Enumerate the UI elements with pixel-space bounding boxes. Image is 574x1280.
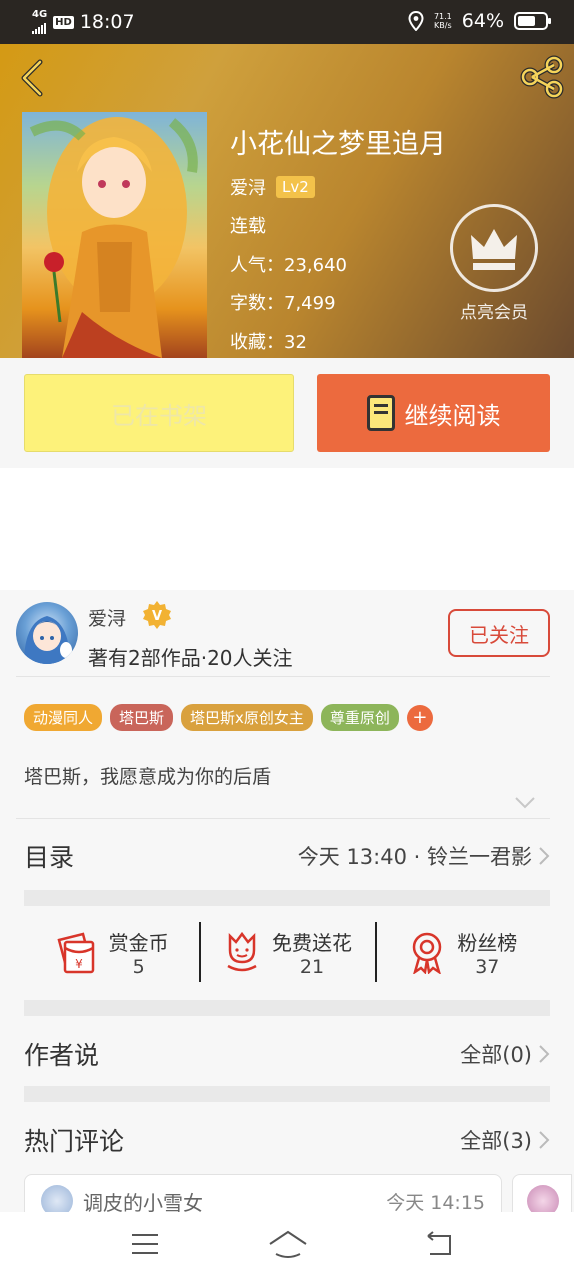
vip-label[interactable]: 点亮会员 bbox=[440, 298, 548, 323]
clock: 18:07 bbox=[79, 11, 135, 33]
reward-count: 5 bbox=[132, 955, 145, 978]
book-author: 爱浔 Lv2 bbox=[230, 174, 315, 200]
comment-time: 今天 14:15 bbox=[386, 1192, 485, 1214]
section-separator bbox=[24, 1086, 550, 1102]
chevron-down-icon[interactable] bbox=[514, 796, 536, 810]
author-says-title: 作者说 bbox=[24, 1041, 100, 1070]
share-icon[interactable] bbox=[518, 54, 566, 100]
author-avatar[interactable] bbox=[16, 602, 78, 664]
interaction-bar: ¥ 赏金币 5 免费送花 21 粉丝榜 37 bbox=[24, 920, 550, 984]
reward-coins-button[interactable]: ¥ 赏金币 5 bbox=[24, 920, 199, 984]
spacer bbox=[0, 468, 574, 590]
back-icon[interactable] bbox=[424, 1230, 454, 1258]
add-tag-button[interactable]: + bbox=[406, 704, 433, 731]
toc-latest-chapter: 今天 13:40 · 铃兰一君影 bbox=[297, 845, 532, 869]
chevron-right-icon bbox=[539, 1131, 550, 1149]
book-word-count: 字数：7,499 bbox=[230, 293, 336, 314]
book-header: 小花仙之梦里追月 爱浔 Lv2 连载 人气：23,640 字数：7,499 收藏… bbox=[0, 44, 574, 358]
section-separator bbox=[24, 890, 550, 906]
network-speed: 71.1 KB/s bbox=[433, 12, 452, 30]
book-title: 小花仙之梦里追月 bbox=[230, 129, 446, 160]
tag-3[interactable]: 尊重原创 bbox=[320, 704, 399, 731]
flower-label: 免费送花 bbox=[271, 930, 352, 955]
level-badge: Lv2 bbox=[276, 176, 315, 198]
hot-comments-title: 热门评论 bbox=[24, 1127, 125, 1156]
tag-2[interactable]: 塔巴斯x原创女主 bbox=[181, 704, 313, 731]
battery-percent: 64% bbox=[461, 10, 504, 32]
reward-label: 赏金币 bbox=[108, 930, 169, 955]
hot-comments-all-link: 全部(3) bbox=[460, 1129, 532, 1153]
red-envelope-icon: ¥ bbox=[57, 932, 94, 974]
location-icon bbox=[408, 11, 424, 31]
cover-illustration bbox=[29, 117, 198, 358]
svg-text:¥: ¥ bbox=[75, 957, 83, 971]
book-popularity: 人气：23,640 bbox=[230, 255, 347, 276]
book-description: 塔巴斯，我愿意成为你的后盾 bbox=[24, 766, 272, 788]
vip-button[interactable] bbox=[450, 204, 538, 292]
status-bar: 4G HD 18:07 71.1 KB/s 64% bbox=[0, 0, 574, 44]
fan-rank-button[interactable]: 粉丝榜 37 bbox=[374, 920, 550, 984]
hot-comments-row[interactable]: 热门评论 全部(3) bbox=[24, 1118, 550, 1162]
book-cover[interactable] bbox=[22, 112, 207, 358]
action-bar: 已在书架 继续阅读 bbox=[0, 358, 574, 468]
network-type: 4G bbox=[32, 9, 48, 20]
in-shelf-button[interactable]: 已在书架 bbox=[24, 374, 294, 452]
tag-list: 动漫同人 塔巴斯 塔巴斯x原创女主 尊重原创 + bbox=[24, 704, 433, 731]
book-status: 连载 bbox=[230, 216, 266, 237]
home-icon[interactable] bbox=[268, 1230, 308, 1260]
author-works-stats: 著有2部作品·20人关注 bbox=[88, 646, 293, 670]
hd-icon: HD bbox=[53, 15, 74, 29]
book-favorites: 收藏：32 bbox=[230, 332, 307, 353]
free-flower-button[interactable]: 免费送花 21 bbox=[199, 920, 374, 984]
flower-icon bbox=[227, 931, 257, 972]
divider bbox=[16, 676, 550, 677]
back-arrow-icon[interactable] bbox=[14, 58, 50, 98]
author-name[interactable]: 爱浔 bbox=[230, 174, 266, 200]
system-nav-bar bbox=[0, 1212, 574, 1280]
crown-icon bbox=[471, 229, 517, 270]
signal-icon: 4G bbox=[32, 10, 47, 34]
flower-count: 21 bbox=[299, 955, 325, 978]
tag-1[interactable]: 塔巴斯 bbox=[110, 704, 174, 731]
battery-icon bbox=[514, 12, 551, 30]
svg-text:V: V bbox=[152, 609, 162, 624]
continue-reading-button[interactable]: 继续阅读 bbox=[317, 374, 550, 452]
fan-rank-label: 粉丝榜 bbox=[457, 930, 518, 955]
toc-title: 目录 bbox=[24, 843, 75, 872]
author-says-all-link: 全部(0) bbox=[460, 1043, 532, 1067]
tag-0[interactable]: 动漫同人 bbox=[24, 704, 103, 731]
follow-button[interactable]: 已关注 bbox=[448, 609, 550, 657]
toc-row[interactable]: 目录 今天 13:40 · 铃兰一君影 bbox=[24, 834, 550, 878]
chevron-right-icon bbox=[539, 847, 550, 865]
author-section-name[interactable]: 爱浔 bbox=[88, 604, 126, 631]
book-icon bbox=[366, 395, 395, 431]
section-separator bbox=[24, 1000, 550, 1016]
verified-v-icon: V bbox=[143, 601, 171, 629]
menu-icon[interactable] bbox=[130, 1230, 160, 1258]
medal-icon bbox=[413, 932, 442, 974]
fan-rank-count: 37 bbox=[475, 955, 500, 978]
chevron-right-icon bbox=[539, 1045, 550, 1063]
continue-reading-label: 继续阅读 bbox=[404, 401, 501, 430]
author-says-row[interactable]: 作者说 全部(0) bbox=[24, 1032, 550, 1076]
divider bbox=[16, 818, 550, 819]
book-detail-content: 爱浔 V 著有2部作品·20人关注 已关注 动漫同人 塔巴斯 塔巴斯x原创女主 … bbox=[0, 590, 574, 1234]
